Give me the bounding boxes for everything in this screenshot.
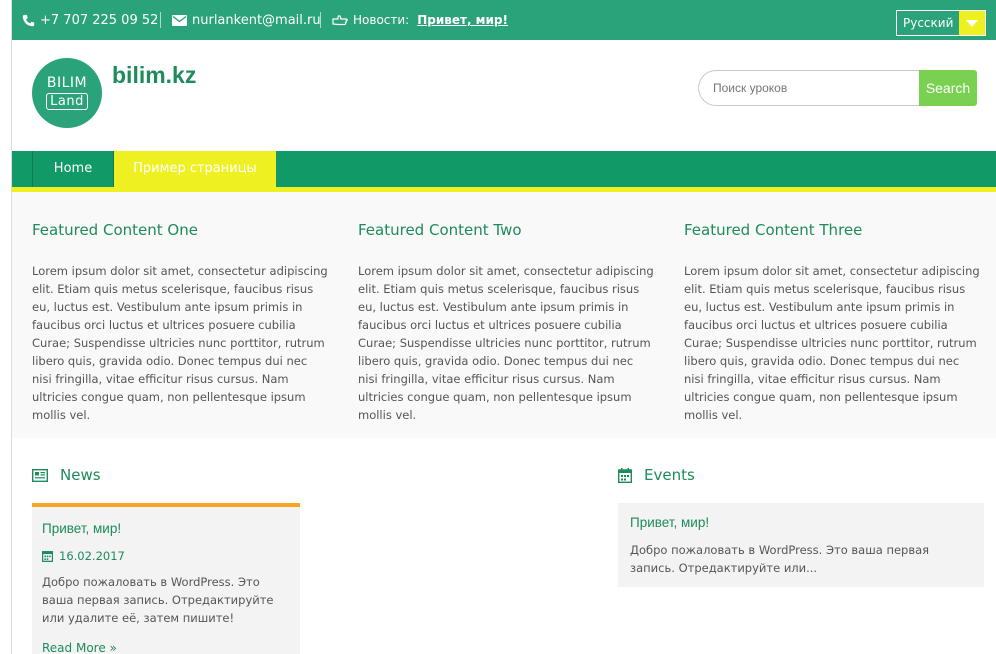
window-left-edge xyxy=(0,0,12,654)
featured-text-three: Lorem ipsum dolor sit amet, consectetur … xyxy=(684,264,980,422)
language-select[interactable]: Русский xyxy=(896,10,986,36)
events-post-title[interactable]: Привет, мир! xyxy=(630,515,709,530)
logo-text-top: BILIM xyxy=(46,75,88,91)
featured-title-one: Featured Content One xyxy=(32,221,198,239)
top-bar: +7 707 225 09 52 nurlankent@mail.ru Ново… xyxy=(12,0,996,40)
news-label: Новости: xyxy=(353,13,410,27)
news-heading: News xyxy=(32,466,101,484)
divider xyxy=(160,12,161,28)
email-address: nurlankent@mail.ru xyxy=(192,12,321,28)
envelope-icon xyxy=(172,14,187,26)
read-more-link[interactable]: Read More » xyxy=(42,641,117,654)
featured-text-one: Lorem ipsum dolor sit amet, consectetur … xyxy=(32,264,328,422)
events-heading-text: Events xyxy=(644,466,695,484)
divider xyxy=(320,12,321,28)
phone-icon xyxy=(22,14,35,26)
newspaper-icon xyxy=(32,468,48,482)
email-contact[interactable]: nurlankent@mail.ru xyxy=(172,0,321,40)
news-heading-text: News xyxy=(60,466,101,484)
phone-number: +7 707 225 09 52 xyxy=(40,12,159,28)
news-post-excerpt: Добро пожаловать в WordPress. Это ваша п… xyxy=(42,575,274,625)
logo-text-bottom: Land xyxy=(46,93,88,110)
main-navigation: Home Пример страницы xyxy=(12,151,996,187)
news-post-date: 16.02.2017 xyxy=(42,549,125,563)
site-logo[interactable]: BILIM Land xyxy=(32,58,102,128)
site-title[interactable]: bilim.kz xyxy=(112,62,196,89)
calendar-icon xyxy=(42,551,53,562)
news-post-title[interactable]: Привет, мир! xyxy=(42,521,121,536)
language-dropdown-button[interactable] xyxy=(959,11,985,35)
nav-item-sample-page[interactable]: Пример страницы xyxy=(114,151,276,187)
featured-section: Featured Content One Lorem ipsum dolor s… xyxy=(12,192,996,438)
news-ticker: Новости: Привет, мир! xyxy=(332,0,508,40)
news-link[interactable]: Привет, мир! xyxy=(417,13,508,27)
events-post-card: Привет, мир! Добро пожаловать в WordPres… xyxy=(618,503,984,587)
phone-contact[interactable]: +7 707 225 09 52 xyxy=(22,0,158,40)
hand-pointer-icon xyxy=(332,15,348,26)
news-post-card: Привет, мир! 16.02.2017 Добро пожаловать… xyxy=(32,503,300,654)
search-input[interactable] xyxy=(698,70,920,106)
events-heading: Events xyxy=(618,466,695,484)
calendar-icon xyxy=(618,467,632,483)
featured-text-two: Lorem ipsum dolor sit amet, consectetur … xyxy=(358,264,654,422)
site-header: BILIM Land bilim.kz Search xyxy=(12,40,996,151)
language-value: Русский xyxy=(903,16,954,30)
search-button[interactable]: Search xyxy=(919,70,977,106)
events-post-excerpt: Добро пожаловать в WordPress. Это ваша п… xyxy=(630,543,930,575)
news-post-date-text: 16.02.2017 xyxy=(59,549,125,563)
nav-item-home[interactable]: Home xyxy=(32,151,114,187)
chevron-down-icon xyxy=(966,19,978,27)
featured-title-three: Featured Content Three xyxy=(684,221,863,239)
featured-title-two: Featured Content Two xyxy=(358,221,522,239)
